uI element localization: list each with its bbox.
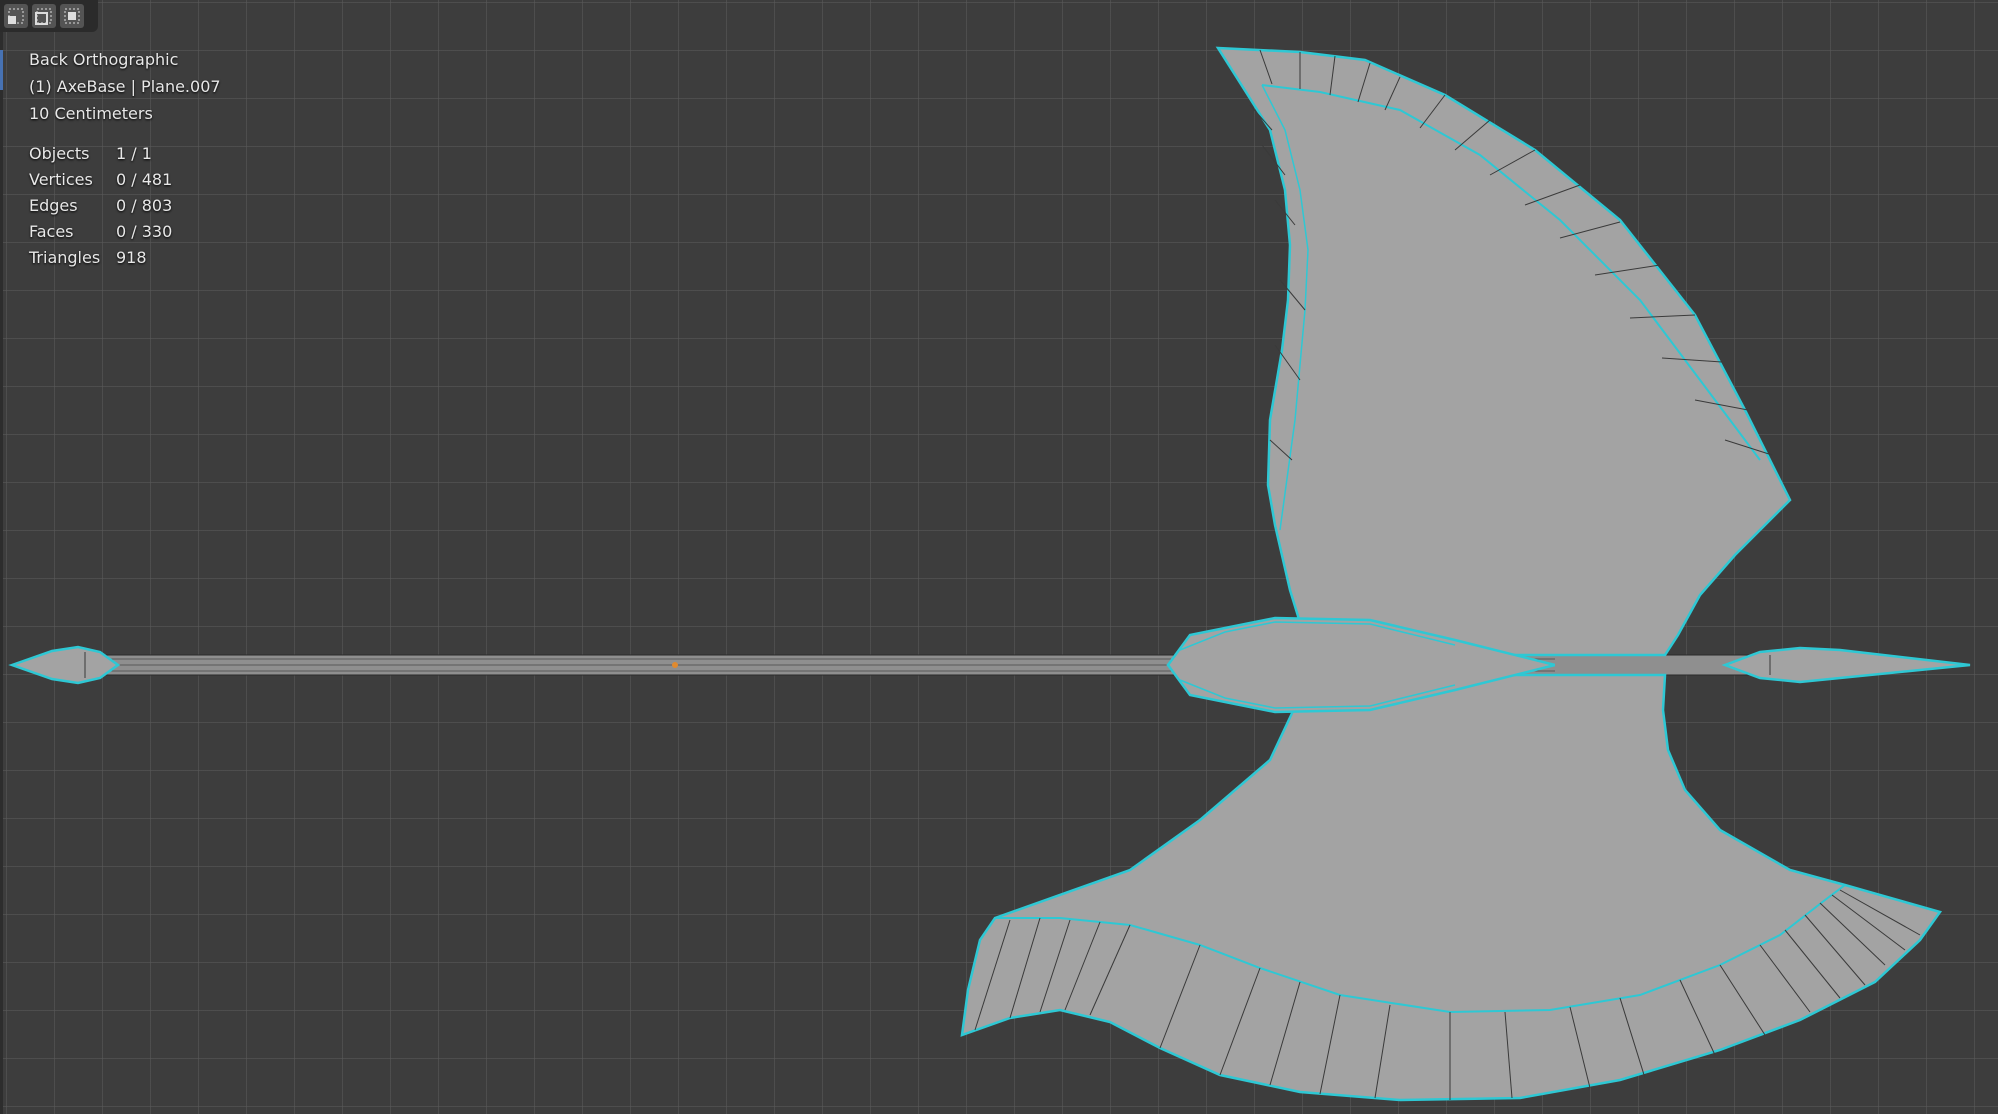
stat-triangles: Triangles 918 [29, 248, 147, 267]
axe-spike-left[interactable] [8, 645, 121, 685]
axe-blade-upper[interactable] [1215, 46, 1792, 657]
object-info: (1) AxeBase | Plane.007 [29, 77, 221, 96]
stat-faces: Faces 0 / 330 [29, 222, 173, 241]
view-name: Back Orthographic [29, 50, 179, 69]
stat-vertices: Vertices 0 / 481 [29, 170, 173, 189]
axe-mesh[interactable] [0, 0, 1998, 1114]
stat-objects: Objects 1 / 1 [29, 144, 152, 163]
axe-blade-lower[interactable] [960, 673, 1943, 1102]
object-origin [672, 662, 678, 668]
stat-edges: Edges 0 / 803 [29, 196, 173, 215]
grid-scale: 10 Centimeters [29, 104, 153, 123]
statistics: Objects 1 / 1 Vertices 0 / 481 Edges 0 / 80… [29, 141, 221, 271]
viewport-text-overlay: Back Orthographic (1) AxeBase | Plane.00… [29, 46, 221, 271]
